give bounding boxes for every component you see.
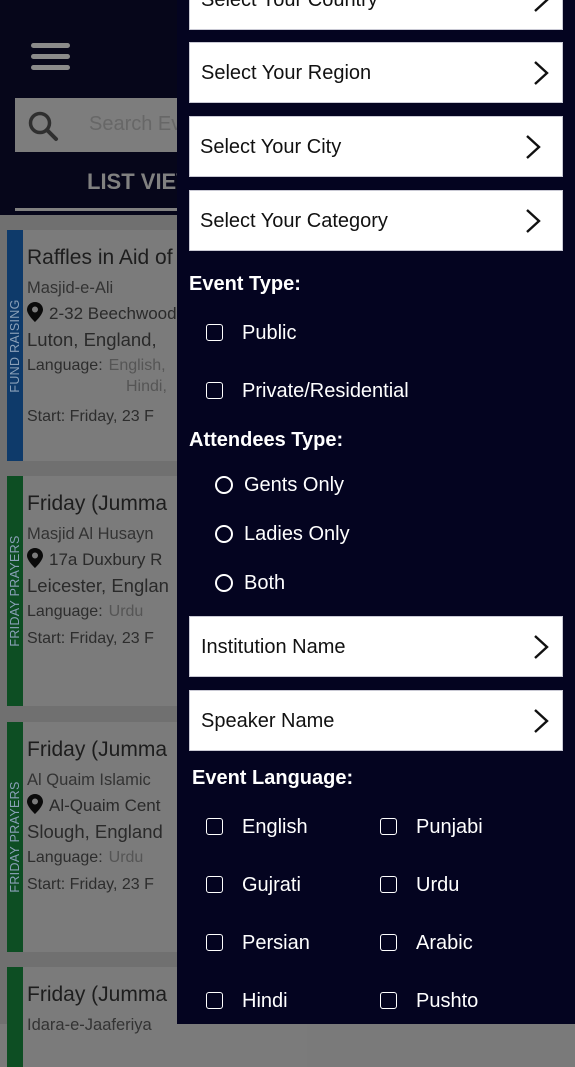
event-venue: Masjid Al Husayn (27, 525, 154, 543)
attendees-type-heading: Attendees Type: (189, 429, 344, 451)
event-title: Raffles in Aid of (27, 246, 173, 269)
event-start: Start: Friday, 23 F (27, 630, 154, 647)
event-title: Friday (Jumma (27, 738, 168, 761)
event-language: Language: English, (27, 357, 166, 374)
category-label: FRIDAY PRAYERS (8, 781, 22, 893)
select-country[interactable]: Select Your Country (189, 0, 563, 30)
select-country-label: Select Your Country (201, 0, 378, 11)
event-city: Luton, England, (27, 329, 157, 350)
event-venue: Al Quaim Islamic (27, 771, 151, 789)
category-band (7, 967, 23, 1067)
select-city-label: Select Your City (200, 136, 342, 158)
category-label: FUND RAISING (8, 298, 22, 393)
checkbox-icon (380, 818, 397, 835)
event-type-heading: Event Type: (189, 273, 301, 295)
checkbox-icon (206, 934, 223, 951)
chevron-right-icon (534, 61, 549, 85)
radio-icon (215, 525, 233, 543)
checkbox-icon (206, 876, 223, 893)
checkbox-icon (380, 992, 397, 1009)
event-address: Al-Quaim Cent (27, 794, 160, 816)
category-band: FRIDAY PRAYERS (7, 476, 23, 706)
institution-name-selector[interactable]: Institution Name (189, 616, 563, 677)
select-category[interactable]: Select Your Category (189, 190, 563, 251)
speaker-name-selector[interactable]: Speaker Name (189, 690, 563, 751)
checkbox-icon (206, 992, 223, 1009)
category-label: FRIDAY PRAYERS (8, 535, 22, 647)
map-pin-icon (27, 794, 43, 814)
event-start: Start: Friday, 23 F (27, 408, 154, 425)
select-category-label: Select Your Category (200, 210, 388, 232)
radio-icon (215, 476, 233, 494)
hamburger-menu-icon[interactable] (31, 43, 71, 71)
radio-icon (215, 574, 233, 592)
map-pin-icon (27, 548, 43, 568)
category-band: FUND RAISING (7, 230, 23, 461)
event-city: Slough, England (27, 821, 163, 842)
event-language: Language: Urdu (27, 603, 144, 620)
filter-drawer: Select Your Country Select Your Region S… (177, 0, 575, 1024)
event-start: Start: Friday, 23 F (27, 876, 154, 893)
select-region[interactable]: Select Your Region (189, 42, 563, 103)
event-title: Friday (Jumma (27, 492, 168, 515)
event-language-heading: Event Language: (192, 767, 354, 789)
map-pin-icon (27, 302, 43, 322)
chevron-right-icon (534, 635, 549, 659)
chevron-right-icon (526, 209, 541, 233)
event-title: Friday (Jumma (27, 983, 168, 1006)
chevron-right-icon (526, 135, 541, 159)
select-region-label: Select Your Region (201, 62, 372, 84)
event-language: Language: Urdu (27, 849, 144, 866)
checkbox-icon (206, 382, 223, 399)
event-city: Leicester, Englan (27, 575, 169, 596)
institution-name-label: Institution Name (201, 636, 346, 658)
checkbox-icon (206, 324, 223, 341)
speaker-name-label: Speaker Name (201, 710, 335, 732)
checkbox-icon (380, 876, 397, 893)
event-address: 2-32 Beechwood (27, 302, 177, 324)
checkbox-icon (206, 818, 223, 835)
event-address: 17a Duxbury R (27, 548, 162, 570)
chevron-right-icon (534, 0, 549, 12)
event-language-more: Hindi, (126, 378, 167, 395)
select-city[interactable]: Select Your City (189, 116, 563, 177)
search-icon (28, 111, 58, 141)
chevron-right-icon (534, 709, 549, 733)
checkbox-icon (380, 934, 397, 951)
category-band: FRIDAY PRAYERS (7, 722, 23, 952)
event-venue: Masjid-e-Ali (27, 279, 114, 297)
event-venue: Idara-e-Jaaferiya (27, 1016, 152, 1034)
